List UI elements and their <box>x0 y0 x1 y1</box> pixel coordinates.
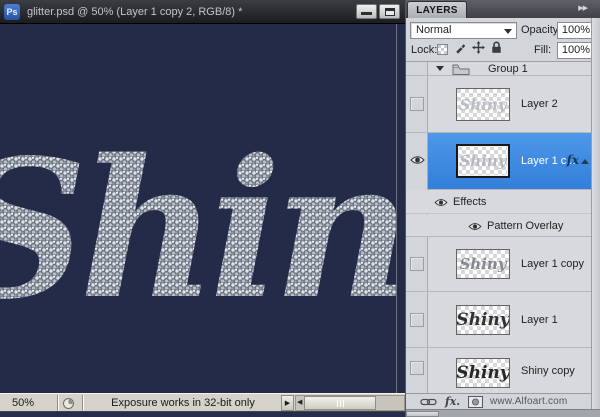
panel-vertical-scrollbar[interactable] <box>591 18 600 409</box>
status-message: Exposure works in 32-bit only <box>111 397 255 409</box>
visibility-checkbox[interactable] <box>410 361 424 375</box>
lock-transparency-icon[interactable] <box>437 43 448 55</box>
layer-name: Layer 1 <box>521 313 558 326</box>
document-titlebar[interactable]: Ps glitter.psd @ 50% (Layer 1 copy 2, RG… <box>0 0 405 24</box>
layer-thumbnail[interactable]: Shiny <box>456 144 510 178</box>
grip-icon <box>336 399 338 407</box>
effects-toggle-arrow-icon[interactable] <box>581 159 589 164</box>
lock-image-icon[interactable] <box>454 42 466 57</box>
layer-thumbnail[interactable]: Shiny <box>456 305 510 335</box>
doc-info-icon[interactable] <box>62 397 75 413</box>
visibility-checkbox[interactable] <box>410 313 424 327</box>
blend-mode-value: Normal <box>416 24 452 36</box>
panel-tab-bar: LAYERS ▶▶ <box>406 0 600 18</box>
document-title: glitter.psd @ 50% (Layer 1 copy 2, RGB/8… <box>27 6 243 18</box>
panel-bottom-scrollbar-thumb[interactable] <box>406 411 439 417</box>
status-bar: 50% Exposure works in 32-bit only ▶ ◀ <box>0 393 405 412</box>
lock-all-icon[interactable] <box>491 41 502 57</box>
photoshop-app-icon: Ps <box>4 4 20 20</box>
status-divider <box>57 395 59 411</box>
lock-buttons <box>437 41 502 57</box>
status-divider <box>82 395 84 411</box>
fill-value-field[interactable]: 100% <box>557 42 595 59</box>
layer-name: Shiny copy <box>521 364 575 377</box>
layer-row-layer-1-copy-2-selected[interactable]: Shiny Layer 1 c... fx <box>428 133 591 190</box>
document-window: Ps glitter.psd @ 50% (Layer 1 copy 2, RG… <box>0 0 405 417</box>
layer-thumbnail[interactable]: Shiny <box>456 88 510 121</box>
scroll-left-arrow-icon[interactable]: ◀ <box>297 396 302 410</box>
panel-bottom-scrollbar[interactable] <box>406 409 600 417</box>
lock-position-icon[interactable] <box>472 41 485 57</box>
layer-row-layer-2[interactable]: Shiny Layer 2 <box>406 76 591 133</box>
eye-icon[interactable] <box>410 155 425 165</box>
visibility-checkbox[interactable] <box>410 257 424 271</box>
glitter-text-artwork: Shiny <box>0 118 397 341</box>
grip-icon <box>342 399 344 407</box>
status-menu-arrow-button[interactable]: ▶ <box>281 395 294 411</box>
layer-row-layer-1[interactable]: Shiny Layer 1 <box>406 292 591 348</box>
photoshop-workspace: Ps glitter.psd @ 50% (Layer 1 copy 2, RG… <box>0 0 600 417</box>
window-bottom-edge <box>0 412 405 417</box>
canvas[interactable]: Shiny <box>0 24 397 393</box>
canvas-vertical-scrollbar[interactable] <box>396 24 397 393</box>
layer-fx-badge[interactable]: fx <box>567 153 579 167</box>
visibility-checkbox[interactable] <box>410 97 424 111</box>
layers-panel-footer: fx. www.Alfoart.com <box>406 393 591 409</box>
blend-mode-dropdown[interactable]: Normal <box>410 22 517 39</box>
restore-button[interactable] <box>379 4 400 19</box>
minimize-button[interactable] <box>356 4 377 19</box>
fill-label: Fill: <box>534 44 552 56</box>
layer-thumbnail[interactable]: Shiny <box>456 249 510 279</box>
effects-row[interactable]: Effects <box>406 190 591 214</box>
thumbnail-shiny-text: Shiny <box>459 95 507 114</box>
lock-label: Lock: <box>411 44 438 56</box>
pattern-overlay-row[interactable]: Pattern Overlay <box>406 215 591 237</box>
tab-layers[interactable]: LAYERS <box>407 1 467 18</box>
thumbnail-shiny-text: Shiny <box>459 152 507 170</box>
minimize-icon <box>361 12 372 15</box>
chevron-down-icon <box>504 29 512 34</box>
add-layer-style-button[interactable]: fx. <box>445 394 460 409</box>
eye-icon[interactable] <box>468 222 482 231</box>
canvas-shiny-text: Shiny <box>0 118 397 341</box>
layer-row-layer-1-copy[interactable]: Shiny Layer 1 copy <box>406 237 591 292</box>
layers-controls: Normal Opacity: 100% Lock: Fill: 100% <box>406 18 600 62</box>
layer-name: Layer 1 copy <box>521 258 584 270</box>
group-expand-arrow-icon[interactable] <box>436 66 444 71</box>
thumbnail-shiny-text: Shiny <box>459 255 507 273</box>
pattern-overlay-label: Pattern Overlay <box>487 219 564 232</box>
layers-list: Group 1 Shiny Layer 2 Shiny Layer 1 c...… <box>406 62 591 409</box>
canvas-horizontal-scrollbar[interactable]: ◀ <box>295 395 405 411</box>
thumbnail-shiny-text: Shiny <box>456 363 510 383</box>
layers-panel: LAYERS ▶▶ Normal Opacity: 100% Lock: Fil… <box>405 0 600 417</box>
layer-name: Group 1 <box>488 62 528 75</box>
layer-thumbnail[interactable]: Shiny <box>456 358 510 388</box>
opacity-value-field[interactable]: 100% <box>557 22 595 39</box>
eye-icon[interactable] <box>434 198 448 207</box>
restore-icon <box>385 8 395 16</box>
alfoart-watermark: www.Alfoart.com <box>490 396 568 407</box>
zoom-level-field[interactable]: 50% <box>0 394 57 412</box>
layer-row-group-1[interactable]: Group 1 <box>406 62 591 76</box>
layer-row-shiny-copy[interactable]: Shiny Shiny copy <box>406 348 591 393</box>
grip-icon <box>339 399 341 407</box>
thumbnail-shiny-text: Shiny <box>456 310 510 330</box>
effects-label: Effects <box>453 195 487 208</box>
panel-menu-icon[interactable]: ▶▶ <box>578 4 588 12</box>
layer-name: Layer 2 <box>521 98 558 110</box>
opacity-label: Opacity: <box>521 24 562 36</box>
horizontal-scrollbar-thumb[interactable] <box>304 396 376 410</box>
